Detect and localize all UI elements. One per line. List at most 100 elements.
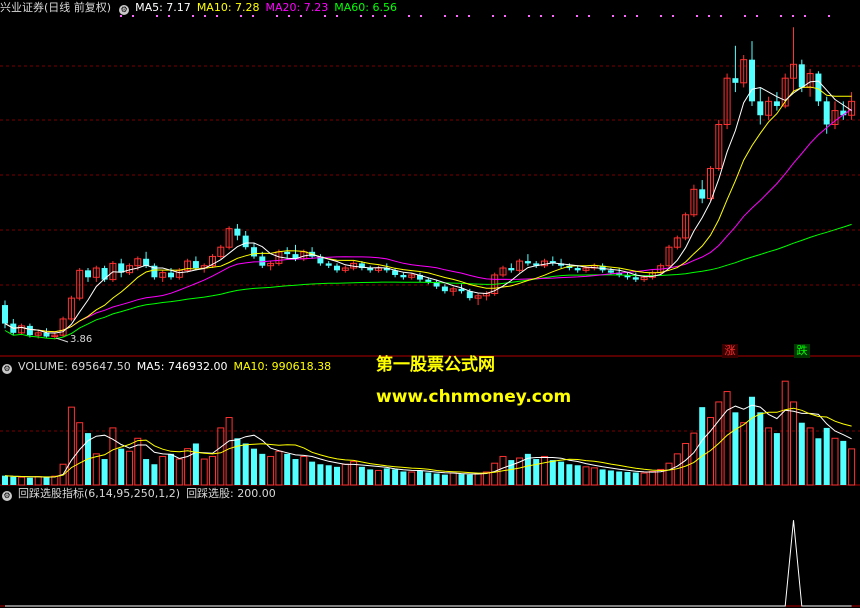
candle-body bbox=[234, 228, 241, 236]
volume-bar bbox=[10, 476, 17, 485]
marker-dot bbox=[588, 15, 590, 17]
marker-dot bbox=[444, 15, 446, 17]
volume-bar bbox=[383, 468, 390, 485]
candle-body bbox=[815, 73, 822, 102]
volume-bar bbox=[400, 471, 407, 485]
volume-bar bbox=[732, 412, 739, 485]
volume-bar bbox=[449, 472, 457, 486]
volume-bar bbox=[599, 469, 606, 485]
volume-bar bbox=[341, 463, 349, 486]
marker-dot bbox=[540, 15, 542, 17]
volume-bar bbox=[723, 391, 731, 486]
volume-bar bbox=[417, 470, 423, 485]
gear-icon[interactable]: ⚙ bbox=[119, 5, 130, 15]
volume-bar bbox=[690, 432, 698, 486]
marker-dot bbox=[408, 15, 410, 17]
candle-body bbox=[757, 101, 764, 116]
volume-ma5-line bbox=[4, 404, 852, 478]
candle-body bbox=[259, 256, 266, 266]
volume-bar bbox=[325, 465, 332, 485]
stock-chart[interactable] bbox=[0, 0, 860, 608]
volume-bar bbox=[300, 455, 308, 486]
volume-bar bbox=[798, 422, 805, 485]
price-header: 兴业证券(日线 前复权) ⚙ MA5: 7.17 MA10: 7.28 MA20: 7.… bbox=[0, 0, 403, 16]
volume-bar bbox=[242, 443, 249, 485]
marker-dot bbox=[696, 15, 698, 17]
volume-bar bbox=[209, 455, 216, 486]
indicator-header: ⚙ 回踩选股指标(6,14,95,250,1,2) 回踩选股: 200.00 bbox=[0, 486, 282, 502]
candle-body bbox=[732, 78, 739, 83]
vol-ma5-label: MA5: 746932.00 bbox=[136, 360, 228, 373]
marker-dot bbox=[672, 15, 674, 17]
volume-bar bbox=[192, 443, 199, 485]
marker-dot bbox=[792, 15, 794, 17]
marker-dot bbox=[744, 15, 746, 17]
candle-body bbox=[26, 325, 33, 336]
marker-dot bbox=[660, 15, 662, 17]
candle-body bbox=[284, 251, 291, 255]
candle-body bbox=[466, 291, 473, 299]
candle-body bbox=[773, 101, 780, 106]
candle-body bbox=[85, 270, 91, 278]
candle-body bbox=[823, 101, 830, 125]
gear-icon[interactable]: ⚙ bbox=[2, 364, 12, 374]
fall-tag: 跌 bbox=[794, 344, 810, 358]
ma5-label: MA5: 7.17 bbox=[135, 1, 191, 14]
volume-bar bbox=[616, 471, 623, 485]
marker-dot bbox=[552, 15, 554, 17]
volume-bar bbox=[815, 438, 822, 485]
volume-bar bbox=[392, 469, 399, 485]
volume-bar bbox=[168, 453, 174, 485]
volume-bar bbox=[840, 440, 847, 485]
volume-bar bbox=[607, 470, 614, 485]
volume-bar bbox=[466, 474, 473, 485]
marker-dot bbox=[708, 15, 710, 17]
volume-bar bbox=[699, 407, 706, 485]
watermark-title: 第一股票公式网 bbox=[376, 355, 495, 375]
volume-bar bbox=[67, 406, 75, 486]
volume-bar bbox=[806, 427, 814, 486]
indicator-line bbox=[5, 520, 852, 607]
marker-dot bbox=[456, 15, 458, 17]
volume-bar bbox=[773, 433, 780, 485]
candle-body bbox=[632, 277, 639, 280]
volume-bar bbox=[267, 455, 275, 486]
ma10-line bbox=[4, 86, 852, 333]
volume-header: ⚙ VOLUME: 695647.50 MA5: 746932.00 MA10: 99… bbox=[0, 359, 337, 375]
rise-tag: 涨 bbox=[722, 344, 738, 358]
volume-bar bbox=[143, 459, 150, 485]
candle-body bbox=[607, 270, 614, 273]
candle-body bbox=[798, 64, 805, 88]
volume-bar bbox=[541, 455, 548, 486]
volume-bar bbox=[126, 450, 133, 486]
low-price-pointer bbox=[55, 337, 69, 343]
marker-dot bbox=[780, 15, 782, 17]
volume-bar bbox=[624, 472, 631, 485]
volume-bar bbox=[640, 472, 648, 486]
candle-body bbox=[508, 268, 515, 271]
volume-bar bbox=[292, 459, 299, 485]
volume-bar bbox=[790, 401, 797, 486]
vol-ma10-label: MA10: 990618.38 bbox=[233, 360, 332, 373]
volume-bar bbox=[458, 474, 465, 485]
volume-bar bbox=[648, 471, 656, 486]
volume-bar bbox=[474, 473, 482, 486]
ma20-line bbox=[4, 108, 852, 333]
volume-bar bbox=[491, 462, 499, 486]
volume-bar bbox=[425, 472, 432, 485]
marker-dot bbox=[828, 15, 830, 17]
candle-body bbox=[325, 263, 332, 266]
candle-body bbox=[574, 268, 581, 271]
volume-bar bbox=[358, 466, 365, 485]
volume-bar bbox=[781, 380, 789, 486]
volume-bar bbox=[408, 471, 416, 486]
gear-icon[interactable]: ⚙ bbox=[2, 491, 12, 501]
volume-bar bbox=[665, 462, 673, 486]
candle-body bbox=[242, 235, 249, 248]
volume-bar bbox=[225, 417, 233, 486]
volume-bar bbox=[109, 427, 117, 486]
ma5-line bbox=[4, 80, 852, 334]
volume-bar bbox=[375, 469, 382, 486]
candle-body bbox=[699, 189, 706, 199]
volume-bar bbox=[309, 461, 316, 485]
